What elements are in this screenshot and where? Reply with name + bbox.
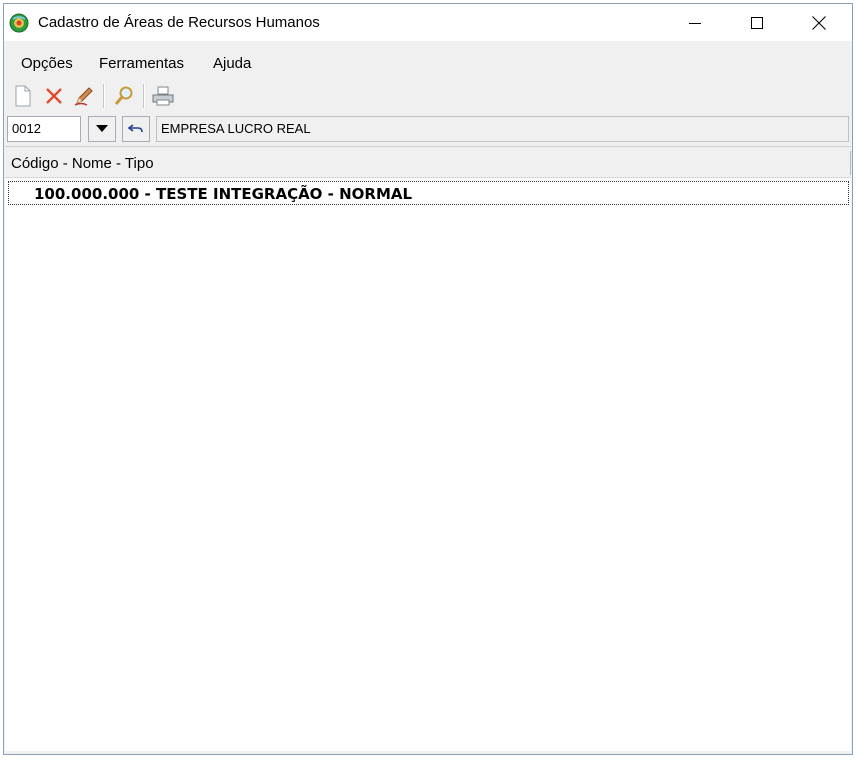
header-divider — [850, 151, 851, 175]
tree-column-header[interactable]: Código - Nome - Tipo — [5, 147, 851, 178]
app-globe-icon — [9, 13, 29, 33]
close-icon — [812, 15, 826, 30]
close-button[interactable] — [790, 4, 848, 41]
title-bar[interactable]: Cadastro de Áreas de Recursos Humanos — [4, 4, 852, 41]
delete-icon — [46, 88, 62, 104]
tree-row-label: 100.000.000 - TESTE INTEGRAÇÃO - NORMAL — [34, 185, 413, 203]
print-button[interactable] — [150, 83, 176, 109]
tree-row[interactable]: 100.000.000 - TESTE INTEGRAÇÃO - NORMAL — [8, 181, 849, 205]
maximize-button[interactable] — [728, 4, 786, 41]
print-icon — [152, 86, 174, 106]
new-button[interactable] — [10, 83, 36, 109]
company-name-field: EMPRESA LUCRO REAL — [156, 116, 849, 142]
area-tree[interactable]: Código - Nome - Tipo 100.000.000 - TESTE… — [5, 146, 851, 751]
menu-bar: Opções Ferramentas Ajuda — [4, 41, 852, 81]
search-button[interactable] — [111, 83, 137, 109]
delete-button[interactable] — [41, 83, 67, 109]
edit-pencil-icon — [74, 87, 93, 106]
company-selector-row: 0012 EMPRESA LUCRO REAL — [4, 115, 852, 145]
minimize-button[interactable] — [666, 4, 724, 41]
menu-ajuda[interactable]: Ajuda — [213, 55, 251, 72]
company-code-input[interactable]: 0012 — [7, 116, 81, 142]
minimize-icon — [689, 22, 701, 24]
new-document-icon — [15, 85, 31, 107]
menu-opcoes[interactable]: Opções — [21, 55, 73, 72]
tree-header-label: Código - Nome - Tipo — [11, 155, 154, 172]
toolbar-separator — [143, 84, 145, 108]
maximize-icon — [751, 16, 763, 29]
company-dropdown-button[interactable] — [88, 116, 116, 142]
chevron-down-icon — [96, 125, 108, 132]
window-title: Cadastro de Áreas de Recursos Humanos — [38, 14, 320, 31]
main-window: Cadastro de Áreas de Recursos Humanos Op… — [3, 3, 853, 755]
undo-icon — [128, 124, 143, 133]
edit-button[interactable] — [71, 83, 97, 109]
undo-button[interactable] — [122, 116, 150, 142]
toolbar — [4, 81, 852, 113]
toolbar-separator — [103, 84, 105, 108]
menu-ferramentas[interactable]: Ferramentas — [99, 55, 184, 72]
search-icon — [114, 86, 133, 105]
